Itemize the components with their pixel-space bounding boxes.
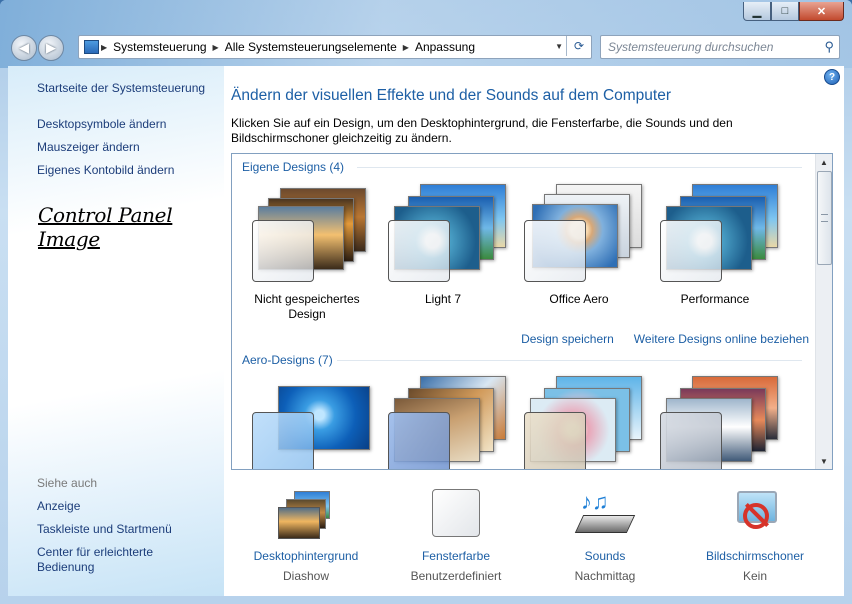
theme-thumbnail [648, 376, 782, 469]
help-icon[interactable]: ? [824, 69, 840, 85]
window-color-swatch [252, 220, 314, 282]
window-color-swatch [660, 412, 722, 469]
close-button[interactable]: ✕ [799, 2, 844, 21]
breadcrumb-anpassung[interactable]: Anpassung [415, 40, 475, 54]
minimize-button[interactable]: ▁ [743, 2, 771, 21]
back-arrow-icon: ◀ [19, 40, 29, 55]
theme-thumbnail [240, 376, 374, 469]
aero-theme-flowers[interactable] [512, 376, 646, 469]
breadcrumb-systemsteuerung[interactable]: Systemsteuerung [113, 40, 206, 54]
keyboard-icon [574, 515, 636, 533]
photo-card [278, 507, 320, 539]
theme-unsaved[interactable]: Nicht gespeichertes Design [240, 184, 374, 322]
save-design-link[interactable]: Design speichern [521, 332, 614, 346]
scroll-thumb[interactable] [817, 171, 832, 265]
photo-stack-icon [278, 489, 334, 541]
aero-theme-architecture[interactable] [376, 376, 510, 469]
theme-thumbnail [376, 184, 510, 284]
page-title: Ändern der visuellen Effekte und der Sou… [231, 87, 672, 104]
page-description: Klicken Sie auf ein Design, um den Deskt… [231, 116, 733, 145]
theme-name: Performance [680, 292, 750, 306]
window-color-swatch [524, 412, 586, 469]
setting-title[interactable]: Sounds [530, 549, 680, 563]
theme-light-7[interactable]: Light 7 [376, 184, 510, 307]
theme-thumbnail [240, 184, 374, 284]
theme-performance[interactable]: Performance [648, 184, 782, 307]
setting-value: Diashow [282, 569, 330, 583]
theme-name: Nicht gespeichertes Design [254, 292, 360, 321]
window-color-swatch [252, 412, 314, 469]
breadcrumb-all-elements[interactable]: Alle Systemsteuerungselemente [225, 40, 397, 54]
forward-button[interactable]: ▶ [38, 35, 64, 61]
setting-title[interactable]: Desktophintergrund [231, 549, 381, 563]
desktop-background-setting[interactable]: Desktophintergrund Diashow [231, 489, 381, 583]
see-also-ease-of-access-link[interactable]: Center für erleichterte Bedienung [37, 545, 197, 575]
see-also-display-link[interactable]: Anzeige [37, 499, 80, 513]
maximize-button[interactable]: □ [771, 2, 799, 21]
left-pane: Startseite der Systemsteuerung Desktopsy… [8, 66, 224, 596]
search-icon[interactable]: ⚲ [824, 39, 834, 55]
music-notes-icon: ♪♫ [574, 489, 636, 541]
setting-value: Kein [742, 569, 768, 583]
see-also-taskbar-link[interactable]: Taskleiste und Startmenü [37, 522, 172, 536]
theme-gallery[interactable]: Eigene Designs (4) Nicht gespeichertes D… [231, 153, 833, 470]
forward-arrow-icon: ▶ [46, 40, 56, 55]
refresh-icon: ⟳ [573, 39, 585, 53]
gallery-scrollbar[interactable]: ▲ ▼ [815, 154, 832, 469]
address-bar[interactable]: ▶ Systemsteuerung ▶ Alle Systemsteuerung… [78, 35, 592, 59]
sidebar-link-account-picture[interactable]: Eigenes Kontobild ändern [37, 163, 174, 177]
more-designs-online-link[interactable]: Weitere Designs online beziehen [634, 332, 809, 346]
theme-thumbnail [512, 376, 646, 469]
aero-theme-landscapes[interactable] [648, 376, 782, 469]
sidebar-link-mouse-pointer[interactable]: Mauszeiger ändern [37, 140, 140, 154]
control-panel-icon [84, 40, 99, 54]
aero-designs-title: Aero-Designs (7) [242, 353, 333, 367]
theme-thumbnail [648, 184, 782, 284]
sounds-setting[interactable]: ♪♫ Sounds Nachmittag [530, 489, 680, 583]
back-button[interactable]: ◀ [11, 35, 37, 61]
screensaver-setting[interactable]: Bildschirmschoner Kein [680, 489, 830, 583]
address-dropdown-icon[interactable]: ▼ [555, 42, 563, 51]
theme-name: Light 7 [424, 292, 462, 306]
setting-title[interactable]: Bildschirmschoner [680, 549, 830, 563]
theme-name: Office Aero [549, 292, 609, 306]
no-screensaver-icon [727, 489, 783, 541]
group-divider [357, 167, 802, 168]
breadcrumb: ▶ Systemsteuerung ▶ Alle Systemsteuerung… [79, 40, 475, 54]
note-icon: ♪♫ [581, 489, 609, 514]
color-swatch-icon [428, 489, 484, 541]
window-color-swatch [660, 220, 722, 282]
theme-thumbnail [376, 376, 510, 469]
setting-title[interactable]: Fensterfarbe [381, 549, 531, 563]
window: ▁ □ ✕ ◀ ▶ ▶ Systemsteuerung ▶ Alle Syste… [0, 0, 852, 604]
color-swatch [432, 489, 480, 537]
sidebar-link-desktop-icons[interactable]: Desktopsymbole ändern [37, 117, 166, 131]
group-divider [337, 360, 802, 361]
refresh-button[interactable]: ⟳ [566, 36, 591, 56]
control-panel-image-caption: Control Panel Image [38, 203, 173, 251]
window-color-swatch [388, 220, 450, 282]
window-color-swatch [388, 412, 450, 469]
scroll-grip-icon [821, 214, 828, 222]
theme-office-aero[interactable]: Office Aero [512, 184, 646, 307]
setting-value: Nachmittag [574, 569, 636, 583]
window-color-setting[interactable]: Fensterfarbe Benutzerdefiniert [381, 489, 531, 583]
breadcrumb-separator[interactable]: ▶ [101, 43, 107, 52]
gallery-links: Design speichern Weitere Designs online … [521, 332, 809, 346]
theme-thumbnail [512, 184, 646, 284]
see-also-title: Siehe auch [37, 476, 98, 490]
client-area: Startseite der Systemsteuerung Desktopsy… [8, 66, 844, 596]
sidebar-home-link[interactable]: Startseite der Systemsteuerung [37, 81, 205, 95]
scroll-up-button[interactable]: ▲ [816, 154, 832, 170]
search-input[interactable]: Systemsteuerung durchsuchen ⚲ [600, 35, 840, 59]
window-color-swatch [524, 220, 586, 282]
window-controls: ▁ □ ✕ [743, 2, 844, 21]
breadcrumb-separator[interactable]: ▶ [213, 43, 219, 52]
scroll-down-button[interactable]: ▼ [816, 453, 832, 469]
breadcrumb-separator[interactable]: ▶ [403, 43, 409, 52]
setting-value: Benutzerdefiniert [410, 569, 502, 583]
search-placeholder: Systemsteuerung durchsuchen [608, 40, 774, 54]
aero-theme-windows-7[interactable] [240, 376, 374, 469]
my-designs-title: Eigene Designs (4) [242, 160, 345, 174]
